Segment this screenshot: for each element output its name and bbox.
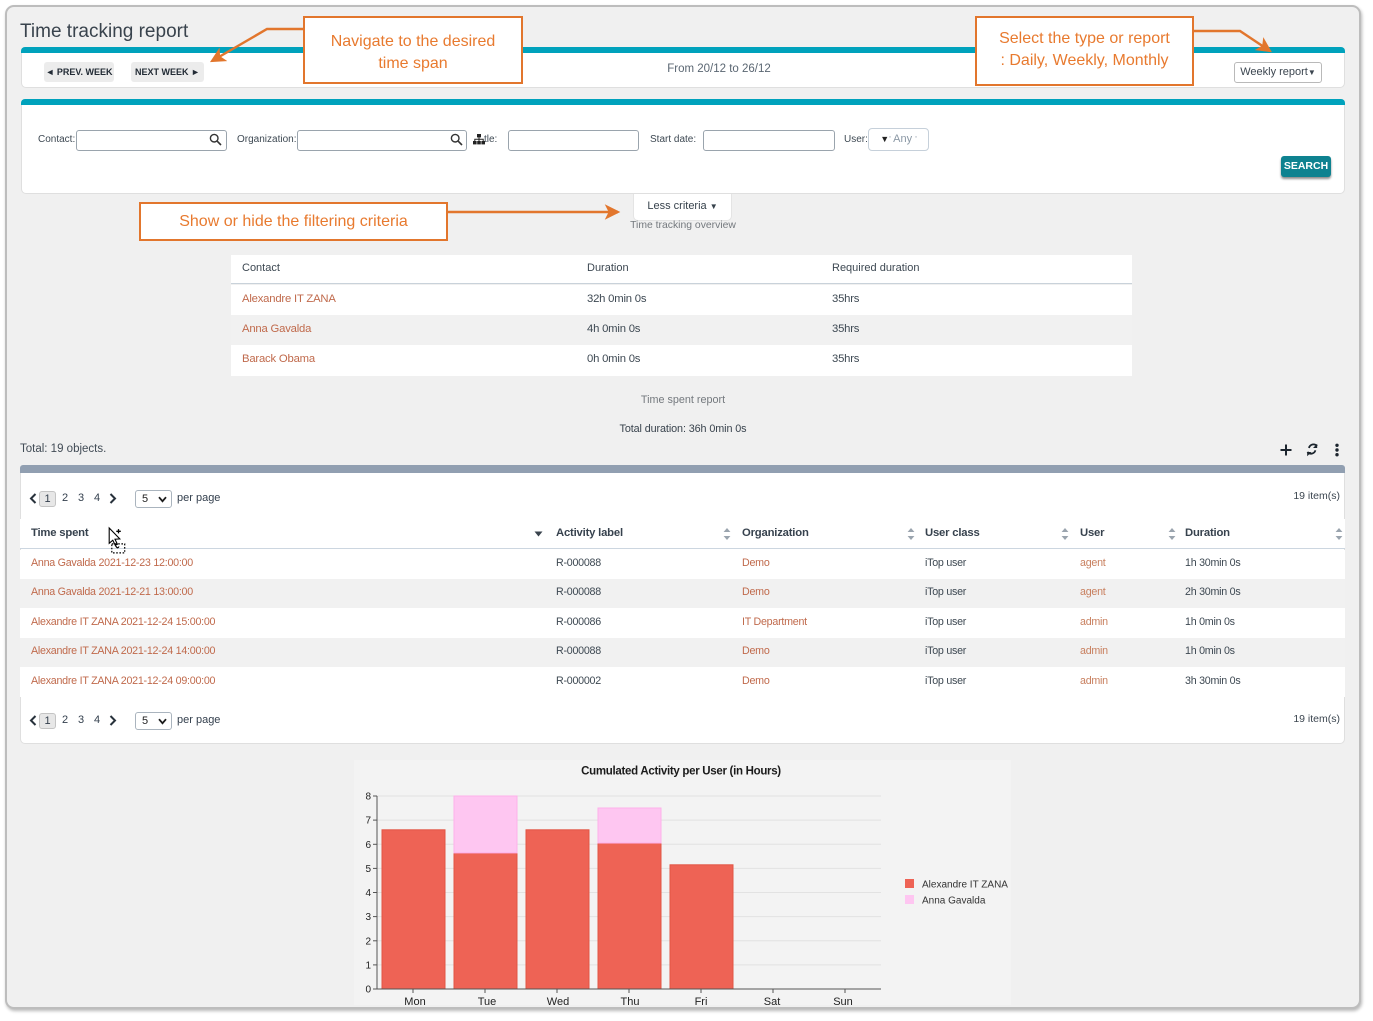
svg-text:5: 5 <box>365 864 371 875</box>
svg-text:8: 8 <box>365 792 371 803</box>
svg-text:Tue: Tue <box>478 996 497 1008</box>
svg-text:0: 0 <box>365 985 371 996</box>
svg-text:Anna Gavalda: Anna Gavalda <box>922 896 986 907</box>
svg-text:3: 3 <box>365 912 371 923</box>
svg-text:Cumulated Activity per User (i: Cumulated Activity per User (in Hours) <box>581 766 781 778</box>
svg-text:Sat: Sat <box>764 996 781 1008</box>
svg-text:2: 2 <box>365 936 371 947</box>
svg-text:4: 4 <box>365 888 371 899</box>
svg-text:1: 1 <box>365 960 371 971</box>
svg-text:Thu: Thu <box>621 996 640 1008</box>
svg-text:Mon: Mon <box>404 996 425 1008</box>
svg-text:7: 7 <box>365 816 371 827</box>
svg-text:Wed: Wed <box>547 996 569 1008</box>
svg-text:Fri: Fri <box>695 996 708 1008</box>
svg-text:Sun: Sun <box>833 996 853 1008</box>
svg-text:Alexandre IT ZANA: Alexandre IT ZANA <box>922 880 1008 891</box>
svg-text:6: 6 <box>365 840 371 851</box>
